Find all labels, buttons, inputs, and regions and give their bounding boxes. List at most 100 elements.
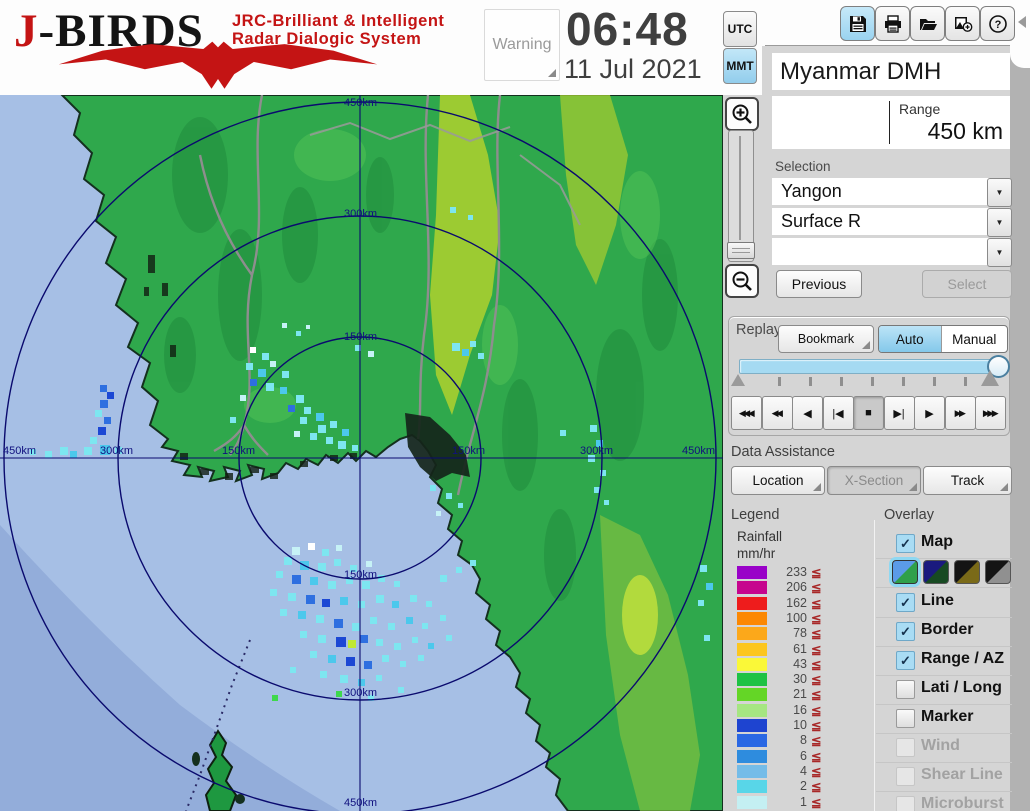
open-folder-button[interactable] [910,6,945,41]
clock-date: 11 Jul 2021 [564,54,702,84]
overlay-label: Overlay [884,507,934,523]
help-button[interactable]: ? [980,6,1015,41]
map-style-swatch[interactable] [985,560,1011,584]
legend-swatch [737,749,767,763]
stop-button[interactable]: ■ [853,396,884,430]
legend-row: 16 ≦ [737,703,847,718]
map-style-swatch[interactable] [923,560,949,584]
play-backward-button[interactable]: ◀ [792,396,823,430]
overlay-item-label: Line [921,592,954,609]
fast-rewind-button[interactable]: ◀◀◀ [731,396,762,430]
manual-button[interactable]: Manual [940,326,1007,352]
auto-button[interactable]: Auto [879,326,941,352]
overlay-item-map: ✓ Map [876,530,1012,559]
map-style-swatches [876,559,1012,588]
play-icon: ▶ [925,407,934,420]
legend-row: 21 ≦ [737,687,847,702]
option-dropdown-value[interactable] [772,238,993,265]
legend-operator: ≦ [811,764,822,779]
site-dropdown-value[interactable]: Yangon [772,178,993,205]
previous-button[interactable]: Previous [776,270,862,298]
checkbox[interactable]: ✓ [896,622,915,641]
legend-value: 8 [800,733,807,748]
utc-button[interactable]: UTC [723,11,757,47]
rewind-icon: ◀◀ [771,407,783,418]
zoom-out-button[interactable] [725,264,759,298]
legend-row: 6 ≦ [737,749,847,764]
zoom-slider-thumb[interactable] [727,242,755,259]
checkbox[interactable] [896,709,915,728]
svg-text:?: ? [994,19,1001,31]
warning-button[interactable]: Warning [484,9,560,81]
mmt-button[interactable]: MMT [723,48,757,84]
station-name: Myanmar DMH [780,58,942,85]
fast-forward-button[interactable]: ▶▶▶ [975,396,1006,430]
checkbox[interactable]: ✓ [896,593,915,612]
overlay-item-border: ✓ Border [876,618,1012,647]
legend-swatch [737,673,767,687]
product-dropdown-value[interactable]: Surface R [772,208,993,235]
print-button[interactable] [875,6,910,41]
legend-value: 162 [786,595,807,610]
option-dropdown-arrow[interactable]: ▼ [987,238,1012,267]
replay-mode-switch: Auto Manual [878,325,1008,353]
zoom-in-button[interactable] [725,97,759,131]
legend-row: 1 ≦ [737,795,847,810]
open-folder-icon [919,18,937,30]
checkbox[interactable]: ✓ [896,534,915,553]
map-style-swatch[interactable] [892,560,918,584]
replay-range-end-marker[interactable] [981,370,999,386]
legend-operator: ≦ [811,581,822,596]
range-ring-label: 450km [3,445,37,457]
legend-row: 30 ≦ [737,672,847,687]
rewind-button[interactable]: ◀◀ [761,396,793,430]
checkbox[interactable]: ✓ [896,651,915,670]
replay-slider-track[interactable] [739,359,993,374]
map-style-swatch[interactable] [954,560,980,584]
legend-swatch [737,657,767,671]
eagle-logo-icon [58,41,378,89]
add-image-button[interactable] [945,6,980,41]
replay-tick [840,377,843,386]
location-button[interactable]: Location [731,466,825,495]
legend-row: 8 ≦ [737,733,847,748]
track-button[interactable]: Track [923,466,1012,495]
select-button[interactable]: Select [922,270,1012,298]
product-dropdown-arrow[interactable]: ▼ [987,208,1012,237]
range-ring-label: 150km [344,569,378,581]
legend-swatch [737,688,767,702]
zoom-in-icon [732,104,752,124]
data-assistance-label: Data Assistance [731,444,835,460]
range-ring-label: 150km [222,445,256,457]
save-button[interactable] [840,6,875,41]
legend-operator: ≦ [811,627,822,642]
x-section-button[interactable]: X-Section [827,466,921,495]
legend-swatch [737,719,767,732]
panel-edge-scrollbar[interactable] [1010,46,1030,811]
range-ring-label: 300km [580,445,614,457]
selection-label: Selection [775,159,831,174]
legend-value: 233 [786,565,807,579]
panel-collapse-icon[interactable] [1018,16,1026,28]
legend-row: 2 ≦ [737,779,847,794]
forward-button[interactable]: ▶▶ [944,396,976,430]
site-dropdown-arrow[interactable]: ▼ [987,178,1012,207]
radar-map[interactable]: 450km 300km 150km 150km 300km 450km 450km 300km… [0,95,723,811]
bookmark-button[interactable]: Bookmark [778,325,874,353]
legend-operator: ≦ [811,703,822,718]
overlay-item-label: Marker [921,708,974,725]
print-icon [884,14,901,33]
play-button[interactable]: ▶ [914,396,945,430]
legend-unit-line2: mm/hr [737,546,776,561]
replay-range-start-marker[interactable] [731,374,745,386]
clock-time: 06:48 [566,3,689,55]
range-ring-label: 300km [344,208,378,220]
legend-row: 10 ≦ [737,718,847,733]
save-icon [849,15,866,32]
legend-row: 162 ≦ [737,596,847,611]
step-forward-button[interactable]: ▶| [883,396,915,430]
checkbox[interactable] [896,680,915,699]
step-back-button[interactable]: |◀ [822,396,854,430]
overlay-item-label: Map [921,533,953,550]
legend-swatch [737,581,767,595]
